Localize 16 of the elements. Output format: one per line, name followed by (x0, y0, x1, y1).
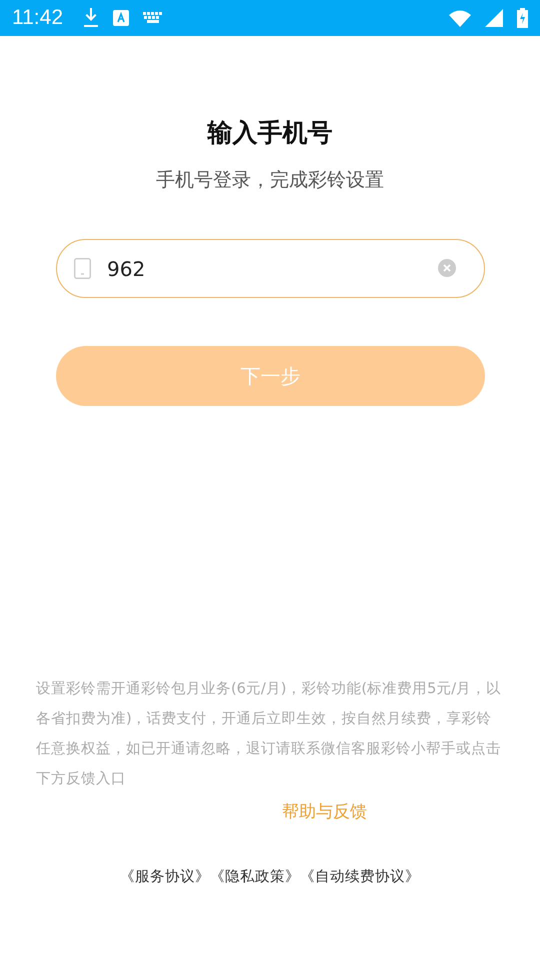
agreement-link[interactable]: 《服务协议》 (120, 867, 210, 886)
clear-icon[interactable] (438, 259, 456, 277)
phone-input-field[interactable]: 962 (56, 239, 485, 298)
keyboard-icon (143, 12, 163, 24)
status-time: 11:42 (12, 6, 63, 30)
agreement-link[interactable]: 《自动续费协议》 (300, 867, 420, 886)
text-icon (113, 10, 129, 26)
page-title: 输入手机号 (208, 117, 332, 149)
battery-charging-icon (517, 8, 528, 28)
signal-icon (485, 9, 503, 27)
download-icon (83, 8, 99, 28)
wifi-icon (449, 10, 471, 26)
notice-text: 设置彩铃需开通彩铃包月业务(6元/月)，彩铃功能(标准费用5元/月，以各省扣费为准)，话费支付，开通后立即生效，按自然月续费，享彩铃任意换权益，如已开通请忽略，退订请联系微信客服彩铃小帮手或点击下方反馈入口 (36, 680, 502, 789)
page-subtitle: 手机号登录，完成彩铃设置 (156, 168, 384, 193)
agreement-link[interactable]: 《隐私政策》 (210, 867, 300, 886)
phone-icon (74, 258, 91, 279)
